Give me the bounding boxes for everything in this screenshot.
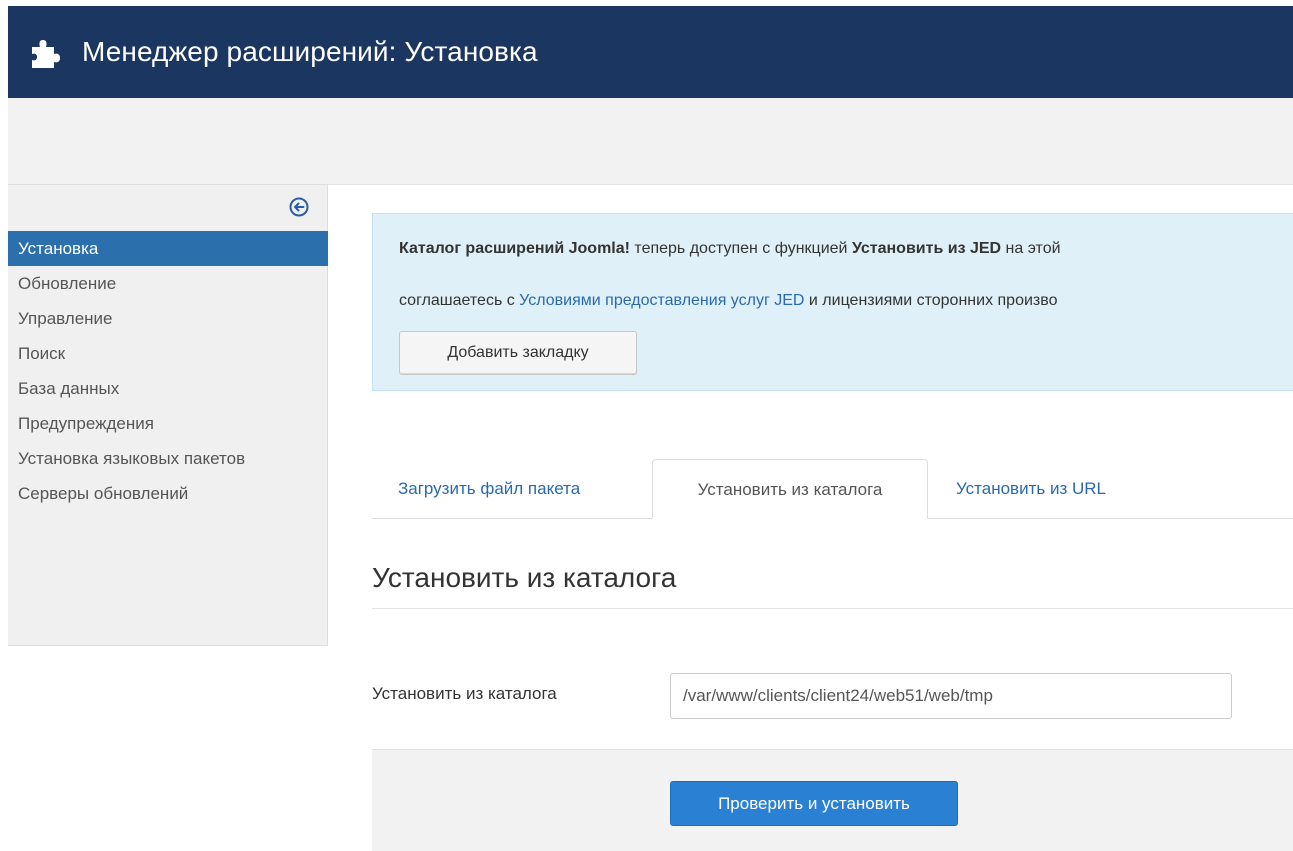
sidebar-item-languages[interactable]: Установка языковых пакетов	[8, 441, 328, 476]
page-title: Менеджер расширений: Установка	[82, 36, 538, 67]
puzzle-icon	[28, 35, 62, 69]
tab-install-from-folder[interactable]: Установить из каталога	[652, 459, 928, 519]
sidebar-item-manage[interactable]: Управление	[8, 301, 328, 336]
sidebar-item-warnings[interactable]: Предупреждения	[8, 406, 328, 441]
toolbar	[8, 98, 1293, 185]
section-title: Установить из каталога	[372, 562, 1293, 609]
add-bookmark-button[interactable]: Добавить закладку	[399, 331, 637, 375]
alert-text: и лицензиями сторонних произво	[804, 292, 1058, 309]
alert-text: теперь доступен с функцией	[629, 240, 852, 257]
sidebar: Установка Обновление Управление Поиск Ба…	[8, 184, 328, 646]
tab-install-from-url[interactable]: Установить из URL	[956, 459, 1106, 518]
check-and-install-button[interactable]: Проверить и установить	[670, 781, 958, 826]
alert-text: на этой	[1001, 240, 1061, 257]
jed-terms-link[interactable]: Условиями предоставления услуг JED	[519, 292, 804, 309]
sidebar-item-update[interactable]: Обновление	[8, 266, 328, 301]
install-directory-input[interactable]	[670, 673, 1232, 719]
sidebar-item-install[interactable]: Установка	[8, 231, 328, 266]
alert-text: соглашаетесь с	[399, 292, 520, 309]
folder-label: Установить из каталога	[372, 684, 557, 703]
sidebar-item-discover[interactable]: Поиск	[8, 336, 328, 371]
alert-bold-install-from-jed: Установить из JED	[851, 240, 1002, 257]
sidebar-menu: Установка Обновление Управление Поиск Ба…	[8, 231, 328, 511]
tab-upload-package[interactable]: Загрузить файл пакета	[398, 459, 580, 518]
sidebar-item-database[interactable]: База данных	[8, 371, 328, 406]
alert-line-2: соглашаетесь с Условиями предоставления …	[399, 292, 1057, 310]
form-actions: Проверить и установить	[372, 749, 1293, 851]
sidebar-toggle-icon[interactable]	[289, 197, 309, 217]
jed-info-alert: Каталог расширений Joomla! теперь доступ…	[372, 213, 1293, 391]
sidebar-item-update-sites[interactable]: Серверы обновлений	[8, 476, 328, 511]
alert-line-1: Каталог расширений Joomla! теперь доступ…	[399, 240, 1061, 258]
install-tabs: Загрузить файл пакета Установить из ката…	[372, 459, 1293, 519]
alert-bold-jed-catalog: Каталог расширений Joomla!	[399, 240, 630, 257]
page-header: Менеджер расширений: Установка	[8, 6, 1293, 98]
